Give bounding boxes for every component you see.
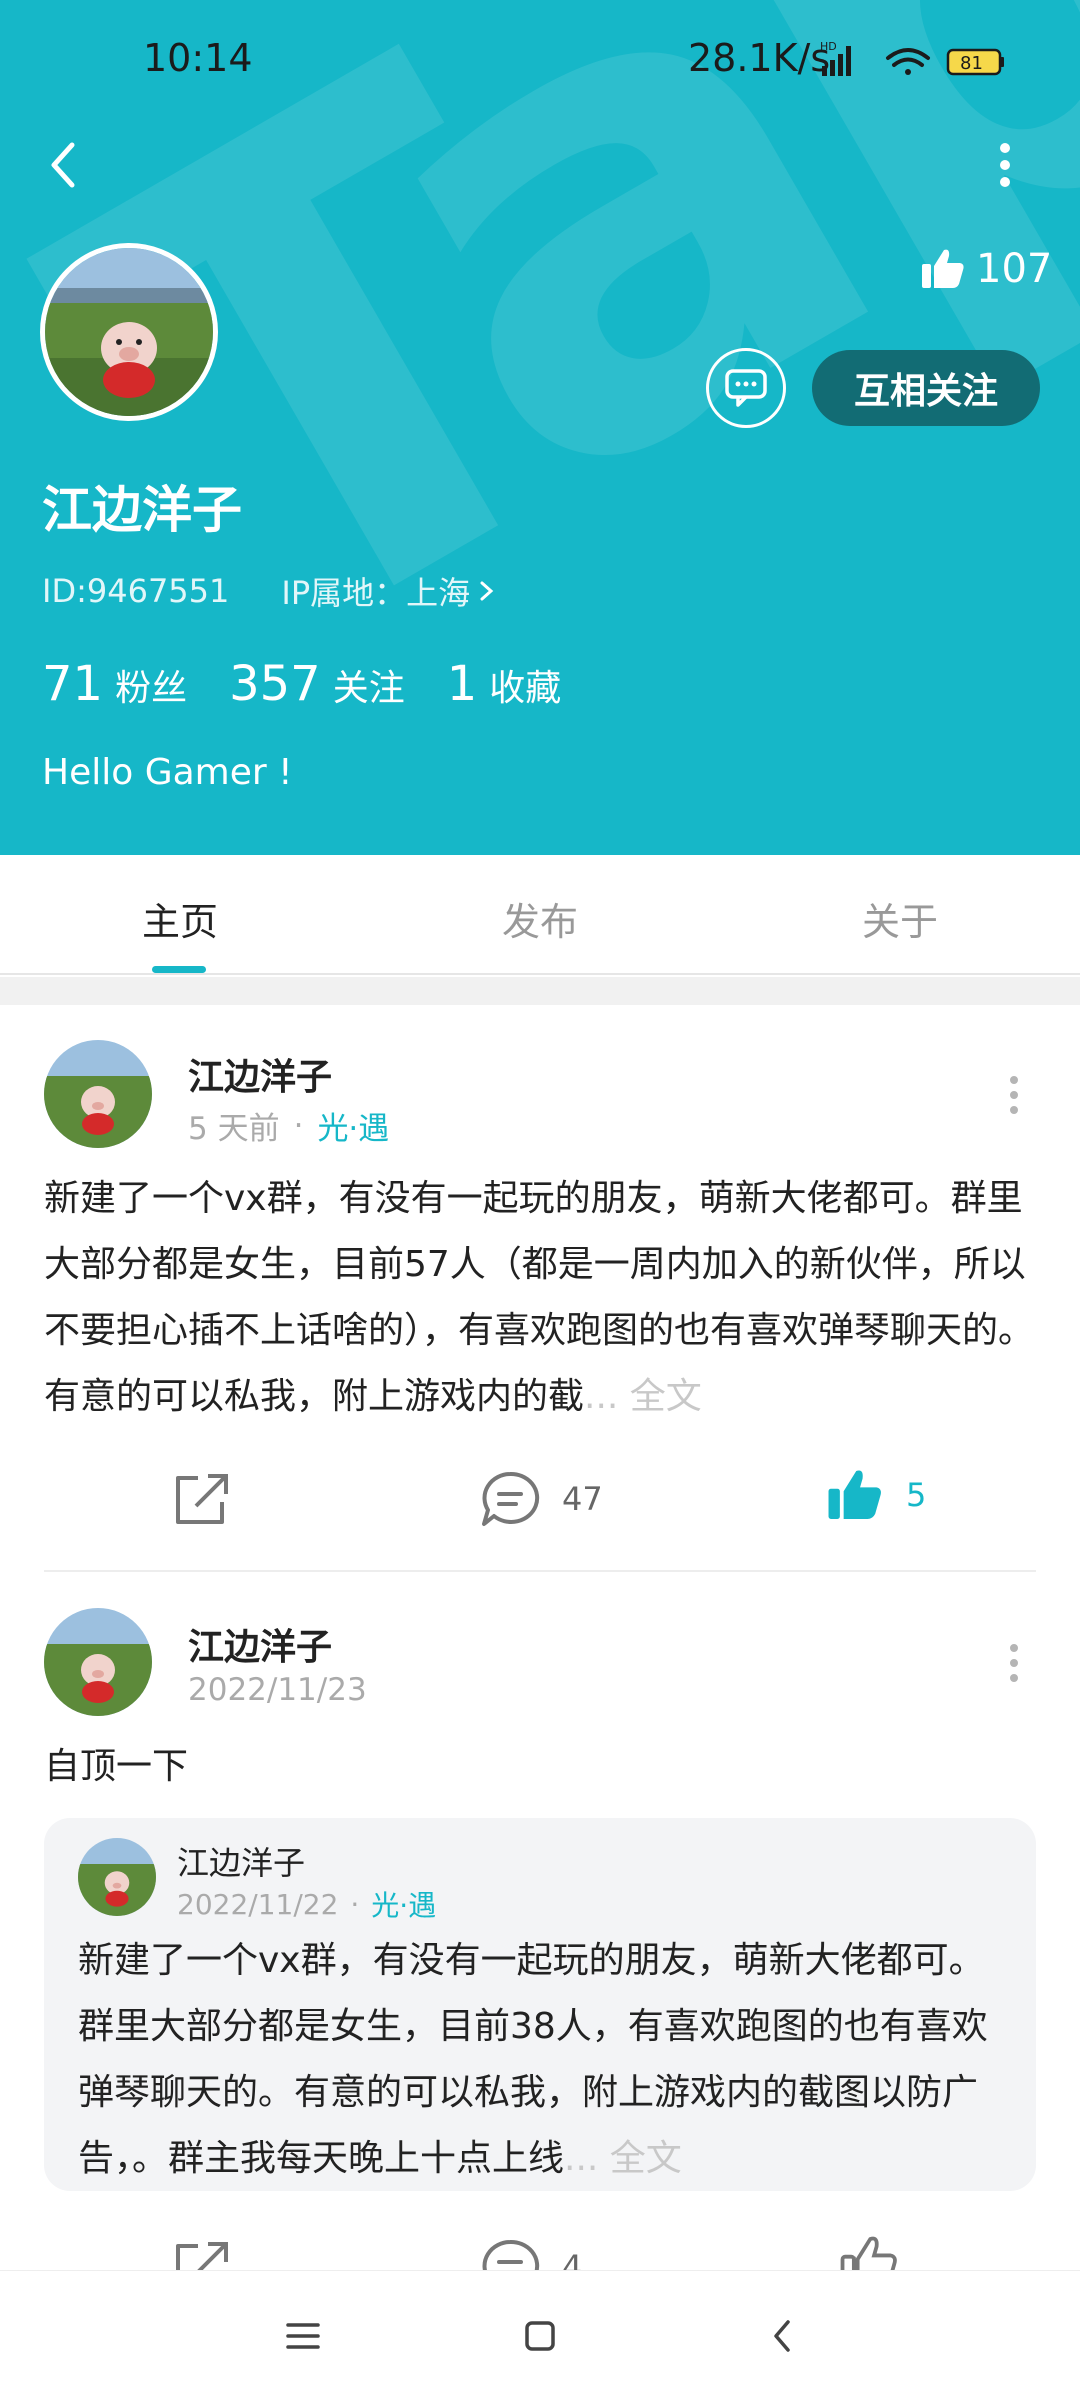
profile-stats: 71 粉丝 357 关注 1 收藏 bbox=[42, 656, 603, 712]
profile-header: TapT 10:14 28.1K/s HD 81 107 互相关注 江边洋子 I… bbox=[0, 0, 1080, 855]
comment-icon bbox=[482, 1471, 540, 1526]
recent-apps-button[interactable] bbox=[278, 2311, 328, 2361]
post-author-avatar[interactable] bbox=[44, 1040, 152, 1148]
stat-favorites-label[interactable]: 收藏 bbox=[489, 659, 561, 711]
post-divider bbox=[44, 1570, 1036, 1572]
user-id: ID:9467551 bbox=[42, 572, 230, 610]
status-net-speed: 28.1K/s bbox=[688, 36, 831, 80]
post-time: 5 天前 bbox=[188, 1111, 280, 1147]
quoted-post-text: 新建了一个vx群，有没有一起玩的朋友，萌新大佬都可。群里大部分都是女生，目前38… bbox=[78, 1940, 988, 2179]
wifi-icon bbox=[886, 48, 930, 75]
post-game-tag[interactable]: 光·遇 bbox=[317, 1103, 389, 1148]
quoted-author-name[interactable]: 江边洋子 bbox=[177, 1838, 305, 1884]
battery-icon: 81 bbox=[946, 48, 1004, 76]
post-meta: 2022/11/23 bbox=[188, 1672, 367, 1708]
post-content[interactable]: 自顶一下 bbox=[44, 1734, 1044, 1800]
more-options-button[interactable] bbox=[985, 140, 1025, 195]
section-gap bbox=[0, 977, 1080, 1005]
quoted-post-game-tag[interactable]: 光·遇 bbox=[371, 1884, 436, 1924]
thumbs-up-icon bbox=[922, 249, 964, 288]
likes-count: 107 bbox=[976, 246, 1053, 292]
svg-text:HD: HD bbox=[820, 40, 837, 53]
profile-meta: ID:9467551 IP属地：上海 bbox=[42, 568, 496, 614]
post-author-avatar[interactable] bbox=[44, 1608, 152, 1716]
status-time: 10:14 bbox=[143, 36, 253, 80]
post-author-name[interactable]: 江边洋子 bbox=[188, 1618, 332, 1670]
tab-about[interactable]: 关于 bbox=[800, 891, 1000, 946]
tab-active-indicator bbox=[152, 966, 206, 973]
post-more-button[interactable] bbox=[1004, 1638, 1024, 1688]
profile-likes: 107 bbox=[920, 244, 1052, 294]
quoted-post-content[interactable]: 新建了一个vx群，有没有一起玩的朋友，萌新大佬都可。群里大部分都是女生，目前38… bbox=[78, 1928, 1008, 2192]
stat-followers-count[interactable]: 71 bbox=[42, 656, 103, 712]
back-arrow-icon bbox=[774, 2320, 790, 2352]
tab-home[interactable]: 主页 bbox=[80, 891, 280, 946]
quoted-author-avatar[interactable] bbox=[78, 1838, 156, 1916]
comment-button[interactable]: 47 bbox=[480, 1470, 603, 1528]
system-back-button[interactable] bbox=[758, 2311, 808, 2361]
chat-bubble-icon bbox=[725, 369, 767, 407]
signal-icon: HD bbox=[820, 40, 851, 76]
mutual-follow-button[interactable]: 互相关注 bbox=[812, 350, 1040, 426]
more-vertical-icon bbox=[1000, 143, 1010, 187]
stat-followers-label[interactable]: 粉丝 bbox=[115, 659, 187, 711]
post-more-button[interactable] bbox=[1004, 1070, 1024, 1120]
system-navigation-bar bbox=[0, 2270, 1080, 2400]
back-arrow-icon bbox=[51, 142, 75, 188]
battery-level: 81 bbox=[960, 53, 983, 74]
profile-avatar[interactable] bbox=[40, 243, 218, 421]
expand-full-text-link[interactable]: ... 全文 bbox=[584, 1376, 702, 1417]
chevron-right-icon bbox=[480, 581, 494, 601]
post-time: 2022/11/23 bbox=[188, 1672, 367, 1708]
quoted-post-card[interactable]: 江边洋子 2022/11/22 · 光·遇 新建了一个vx群，有没有一起玩的朋友… bbox=[44, 1818, 1036, 2191]
post-content[interactable]: 新建了一个vx群，有没有一起玩的朋友，萌新大佬都可。群里大部分都是女生，目前57… bbox=[44, 1166, 1044, 1430]
stat-following-label[interactable]: 关注 bbox=[333, 659, 405, 711]
quoted-post-meta: 2022/11/22 · 光·遇 bbox=[177, 1884, 436, 1924]
status-bar: 10:14 28.1K/s HD 81 bbox=[0, 0, 1080, 120]
status-icons: HD 81 bbox=[820, 40, 1020, 84]
quoted-post-time: 2022/11/22 bbox=[177, 1887, 339, 1921]
share-icon bbox=[176, 1474, 228, 1524]
menu-icon bbox=[286, 2323, 320, 2349]
home-button[interactable] bbox=[515, 2311, 565, 2361]
post-text: 新建了一个vx群，有没有一起玩的朋友，萌新大佬都可。群里大部分都是女生，目前57… bbox=[44, 1178, 1035, 1417]
comment-count: 47 bbox=[562, 1480, 603, 1518]
post-author-name[interactable]: 江边洋子 bbox=[188, 1048, 332, 1100]
more-vertical-icon bbox=[1010, 1076, 1018, 1114]
home-icon bbox=[525, 2321, 555, 2351]
post-text: 自顶一下 bbox=[44, 1746, 189, 1787]
like-button[interactable]: 5 bbox=[826, 1466, 926, 1524]
profile-bio: Hello Gamer ! bbox=[42, 752, 293, 793]
stat-favorites-count[interactable]: 1 bbox=[447, 656, 478, 712]
back-button[interactable] bbox=[40, 135, 90, 195]
like-count: 5 bbox=[906, 1476, 927, 1514]
profile-username: 江边洋子 bbox=[42, 481, 242, 539]
message-button[interactable] bbox=[706, 348, 786, 428]
stat-following-count[interactable]: 357 bbox=[229, 656, 321, 712]
expand-full-text-link[interactable]: ... 全文 bbox=[564, 2138, 682, 2179]
ip-location[interactable]: IP属地：上海 bbox=[281, 568, 470, 614]
share-button[interactable] bbox=[172, 1470, 254, 1528]
post-meta: 5 天前 · 光·遇 bbox=[188, 1103, 389, 1148]
more-vertical-icon bbox=[1010, 1644, 1018, 1682]
thumbs-up-icon bbox=[828, 1470, 881, 1519]
tab-posts[interactable]: 发布 bbox=[440, 891, 640, 946]
profile-tabs: 主页 发布 关于 bbox=[0, 855, 1080, 975]
